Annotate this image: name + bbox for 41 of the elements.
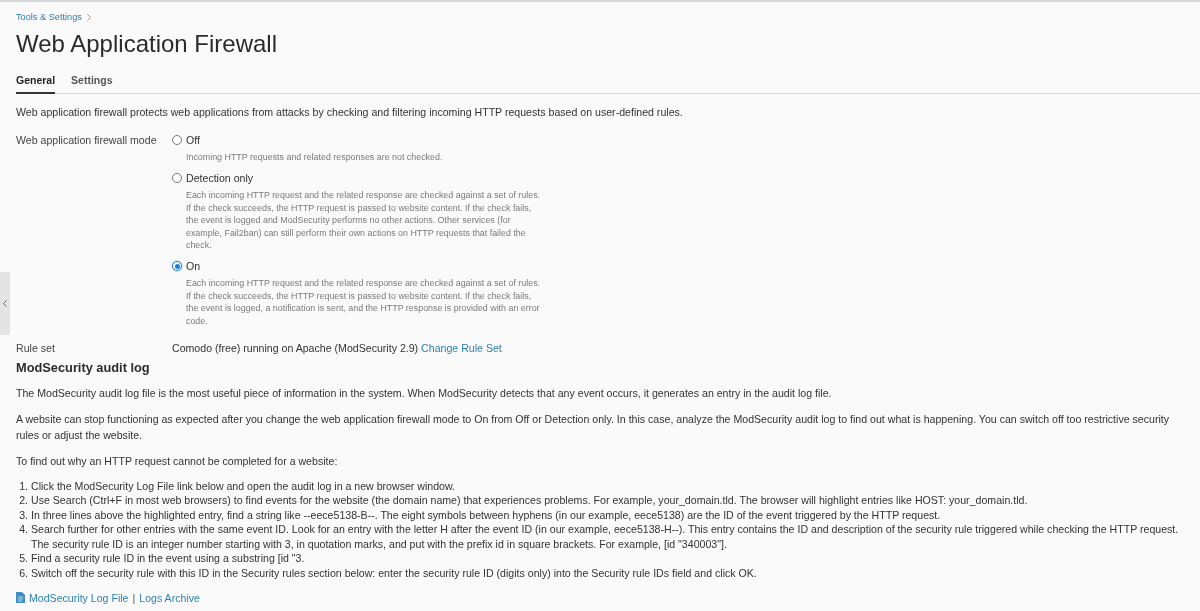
footer-link[interactable]: ModSecurity Log File bbox=[29, 589, 129, 606]
option-description: Incoming HTTP requests and related responses are not checked. bbox=[186, 151, 444, 164]
step-text: In three lines above the highlighted entry, find a string like --eece5138-B--. The eight symbols between hyphens (in our example, eece5138) are the ID of the event triggered by the HTTP request. bbox=[31, 507, 941, 523]
step-text: Use Search (Ctrl+F in most web browsers) to find events for the website (the domain name) that experiences problems. For example, your_domain.tld. The browser will highlight entries like HOST: your_domain.tld. bbox=[31, 493, 1028, 508]
chevron-right-icon bbox=[86, 13, 91, 21]
option-label: Off bbox=[186, 133, 200, 147]
paragraph-text: To find out why an HTTP request cannot be completed for a website: bbox=[16, 454, 339, 470]
step-text: Search further for other entries with the same event ID. Look for an entry with the letter H after the event ID (in our example, eece5138-H--). This entry contains the ID and description of the security rule triggered while checking the HTTP request. The security rule ID is an integer number starting with 3, in quotation marks, and put with the prefix id in square brackets. For example, [id "340003"]. bbox=[31, 522, 1180, 552]
step-number: 2. bbox=[18, 493, 28, 508]
section-heading: ModSecurity audit log bbox=[16, 359, 151, 378]
chevron-left-icon bbox=[3, 300, 7, 307]
footer-link[interactable]: Logs Archive bbox=[139, 589, 200, 606]
separator-text: | bbox=[132, 590, 136, 606]
field-label: Web application firewall mode bbox=[16, 133, 158, 148]
field-label: Rule set bbox=[16, 341, 56, 356]
step-number: 3. bbox=[18, 507, 28, 523]
option-label: On bbox=[186, 259, 201, 274]
step-text: Find a security rule ID in the event using a substring [id "3. bbox=[31, 551, 305, 566]
sidebar-toggle-button[interactable] bbox=[0, 272, 10, 335]
option-label: Detection only bbox=[186, 171, 254, 186]
radio-button[interactable] bbox=[172, 261, 182, 272]
tab[interactable]: General bbox=[16, 73, 56, 94]
step-text: Click the ModSecurity Log File link below and open the audit log in a new browser window. bbox=[31, 479, 455, 494]
rule-set-value: Comodo (free) running on Apache (ModSecurity 2.9) bbox=[172, 342, 419, 355]
option-description: Each incoming HTTP request and the related response are checked against a set of rules. If the check succeeds, the HTTP request is passed to website content. If the check fails, the event is logged, a notification is sent, and the HTTP response is provided with an error code. bbox=[186, 277, 542, 328]
description-text: Web application firewall protects web applications from attacks by checking and filtering incoming HTTP requests based on user-defined rules. bbox=[16, 105, 684, 120]
paragraph-text: The ModSecurity audit log file is the most useful piece of information in the system. When ModSecurity detects that any event occurs, it generates an entry in the audit log file. bbox=[16, 386, 833, 402]
option-description: Each incoming HTTP request and the related response are checked against a set of rules. If the check succeeds, the HTTP request is passed to website content. If the check fails, the event is logged and ModSecurity performs no other actions. Other services (for example, Fail2ban) can still perform their own actions on HTTP requests that failed the check. bbox=[186, 189, 542, 252]
step-number: 6. bbox=[18, 565, 28, 580]
breadcrumb-link[interactable]: Tools & Settings bbox=[16, 10, 82, 24]
radio-button[interactable] bbox=[172, 173, 182, 184]
page-title: Web Application Firewall bbox=[16, 30, 278, 58]
step-number: 4. bbox=[18, 522, 28, 538]
step-number: 1. bbox=[18, 479, 28, 494]
paragraph-text: A website can stop functioning as expected after you change the web application firewall mode to On from Off or Detection only. In this case, analyze the ModSecurity audit log to find out what is happening. You can switch off too restrictive security rules or adjust the website. bbox=[16, 412, 1170, 444]
step-text: Switch off the security rule with this ID in the Security rules section below: enter the security rule ID (digits only) into the Security rule IDs field and click OK. bbox=[31, 565, 757, 580]
change-rule-set-link[interactable]: Change Rule Set bbox=[421, 342, 502, 355]
document-icon bbox=[16, 592, 25, 604]
step-number: 5. bbox=[18, 551, 28, 566]
radio-button[interactable] bbox=[172, 135, 182, 145]
tab[interactable]: Settings bbox=[71, 73, 113, 94]
